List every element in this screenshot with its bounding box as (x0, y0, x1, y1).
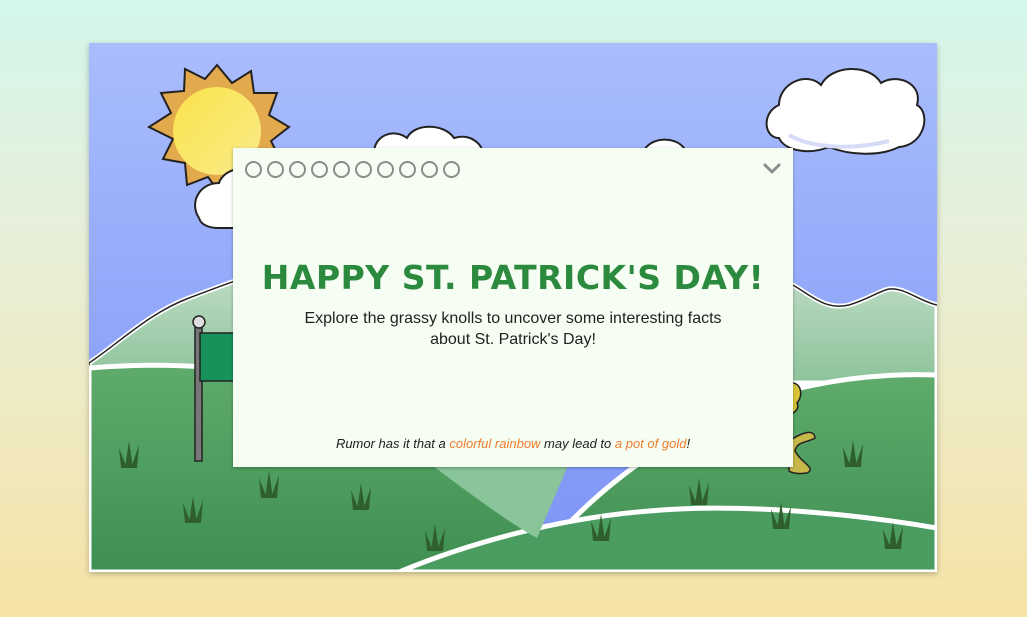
pager-dots (245, 161, 460, 178)
intro-text: Explore the grassy knolls to uncover som… (304, 310, 722, 348)
pager-dot[interactable] (245, 161, 262, 178)
chevron-down-icon[interactable] (763, 162, 781, 176)
colorful-rainbow-link[interactable]: colorful rainbow (449, 436, 540, 451)
rumor-middle: may lead to (540, 436, 615, 451)
pager-dot[interactable] (421, 161, 438, 178)
pager-dot[interactable] (267, 161, 284, 178)
pager-dot[interactable] (333, 161, 350, 178)
rumor-text: Rumor has it that a colorful rainbow may… (233, 436, 793, 451)
pager-dot[interactable] (399, 161, 416, 178)
pager-dot[interactable] (289, 161, 306, 178)
pager-dot[interactable] (377, 161, 394, 178)
pager-dot[interactable] (311, 161, 328, 178)
rumor-suffix: ! (686, 436, 691, 451)
rumor-prefix: Rumor has it that a (335, 436, 450, 451)
page-title: HAPPY ST. PATRICK'S DAY! (261, 258, 765, 297)
pager-dot[interactable] (355, 161, 372, 178)
pager-dot[interactable] (443, 161, 460, 178)
intro-modal: HAPPY ST. PATRICK'S DAY! Explore the gra… (233, 148, 793, 467)
pot-of-gold-link[interactable]: a pot of gold (615, 436, 687, 451)
